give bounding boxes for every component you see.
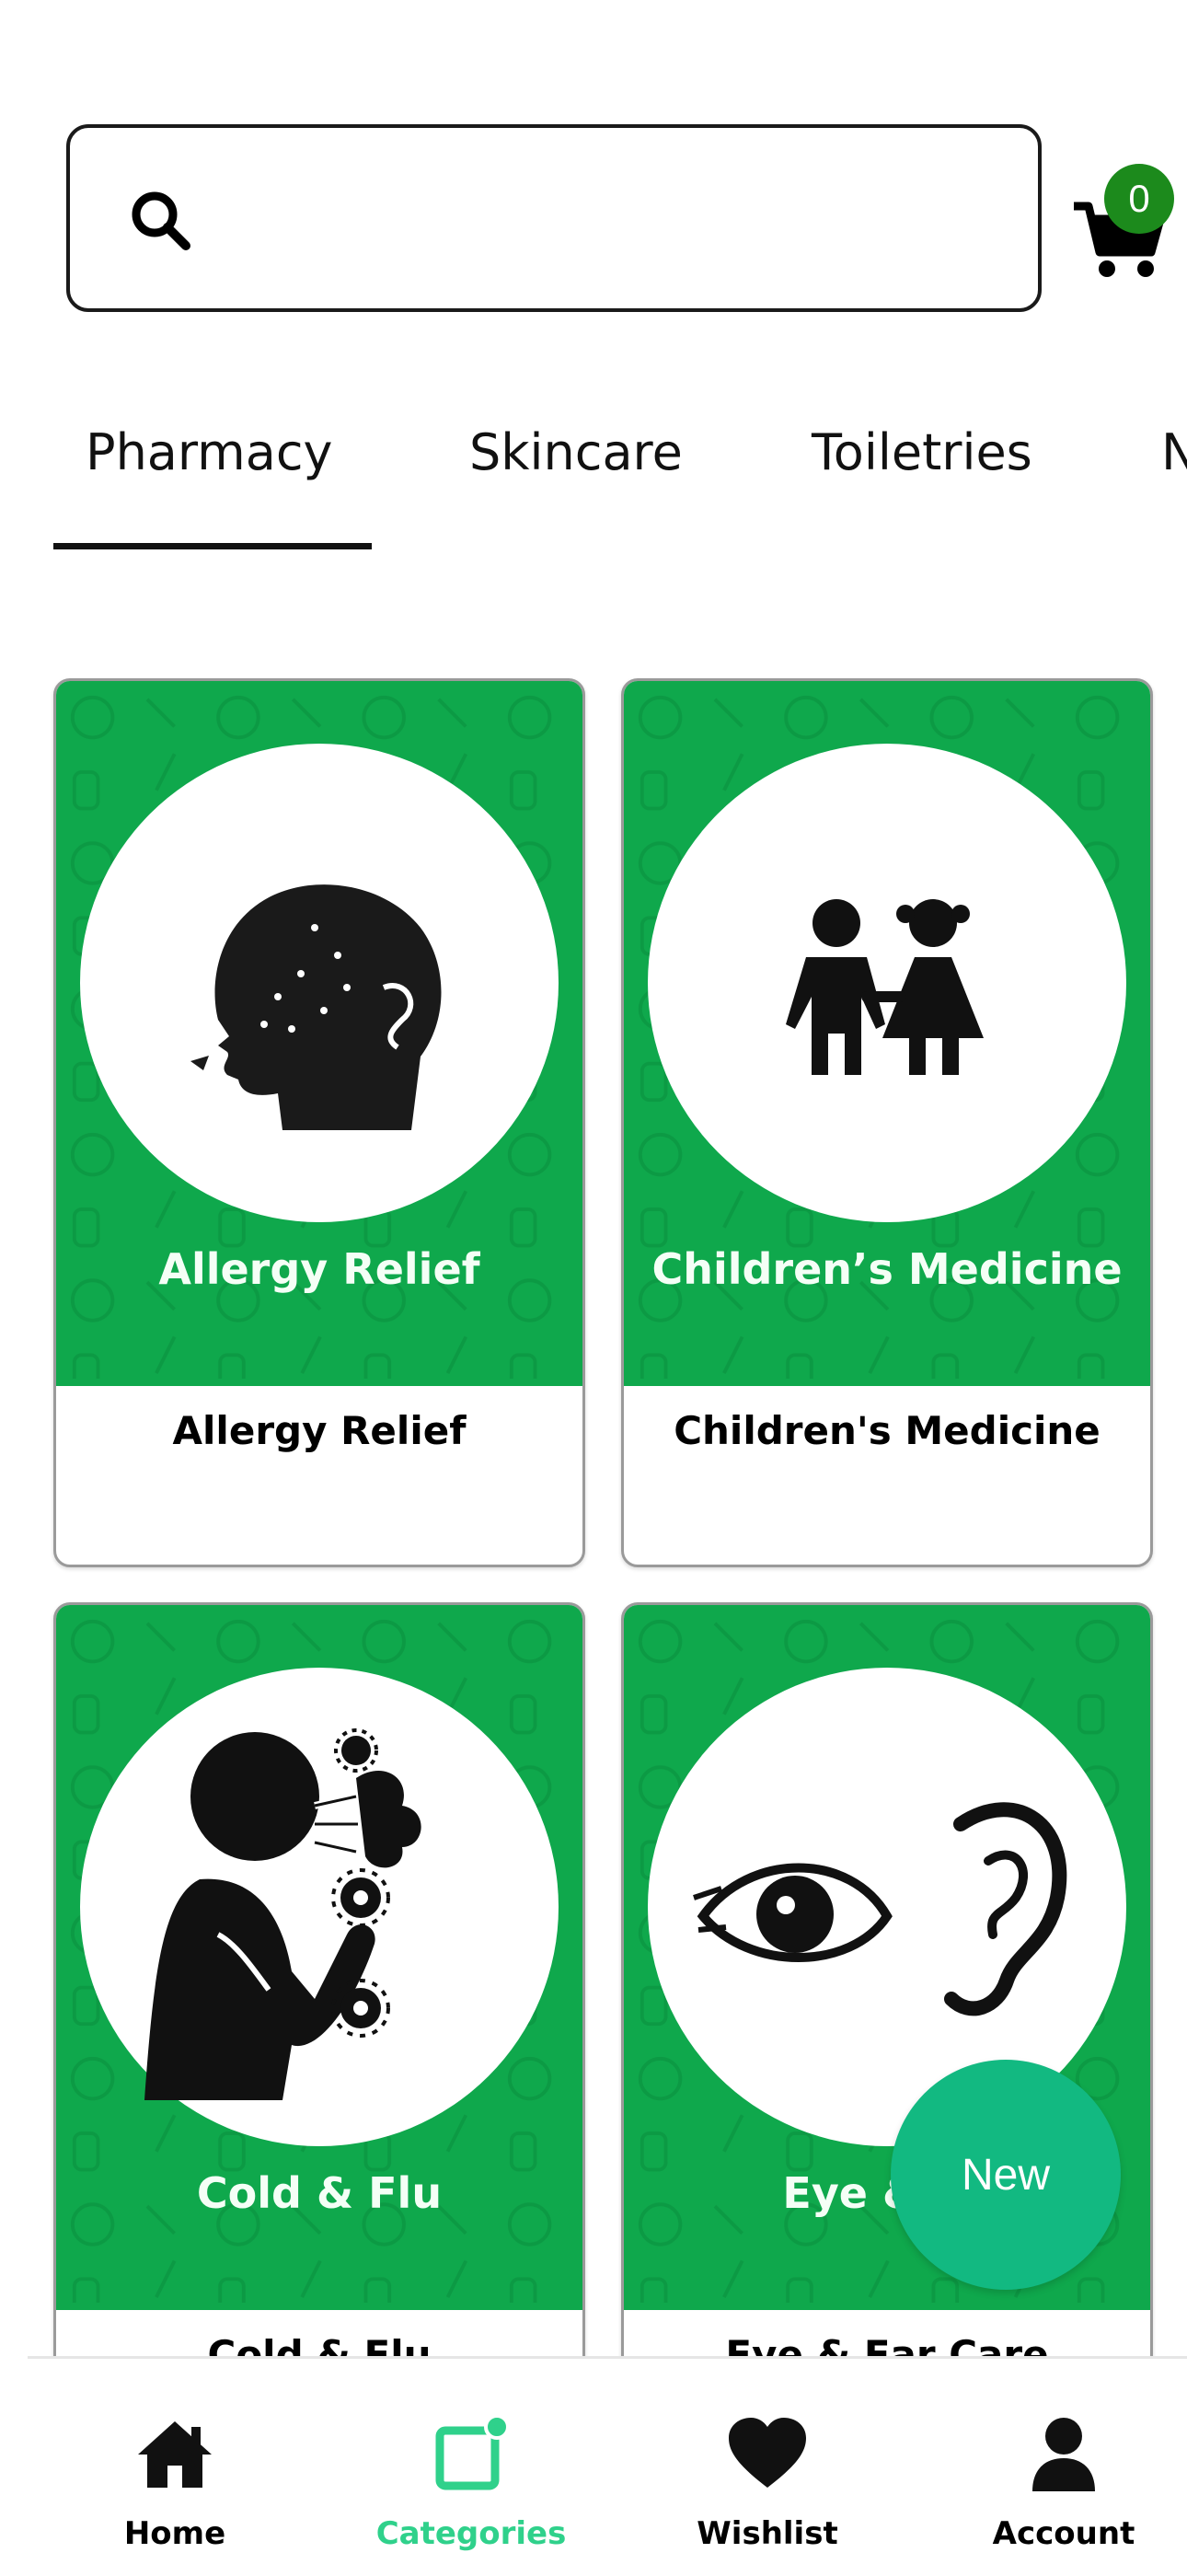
cart-count-badge: 0 [1104, 164, 1174, 234]
new-button[interactable]: New [891, 2060, 1121, 2290]
bottom-navigation: Home Categories Wishlist Account [28, 2356, 1187, 2576]
children-icon [786, 899, 984, 1075]
banner-title: Children’s Medicine [651, 1244, 1123, 1294]
home-icon [138, 2421, 212, 2488]
tab-pharmacy[interactable]: Pharmacy [86, 423, 332, 481]
tab-toiletries[interactable]: Toiletries [812, 423, 1032, 481]
nav-wishlist[interactable]: Wishlist [620, 2359, 915, 2576]
category-card-cold-flu[interactable]: Cold & Flu Cold & Flu [53, 1602, 585, 2431]
category-name: Children's Medicine [674, 1408, 1101, 1453]
category-banner: Children’s Medicine [624, 681, 1150, 1386]
search-bar[interactable] [66, 124, 1042, 312]
heart-icon [729, 2418, 806, 2488]
categories-icon [435, 2414, 510, 2490]
user-icon [1032, 2418, 1095, 2491]
nav-label: Account [992, 2515, 1135, 2552]
banner-title: Cold & Flu [196, 2168, 443, 2218]
tab-skincare[interactable]: Skincare [469, 423, 683, 481]
nav-label: Wishlist [697, 2515, 838, 2552]
nav-account[interactable]: Account [916, 2359, 1187, 2576]
search-input[interactable] [226, 165, 1021, 277]
category-name: Allergy Relief [172, 1408, 467, 1453]
nav-categories[interactable]: Categories [324, 2359, 618, 2576]
category-card-childrens-medicine[interactable]: Children’s Medicine Children's Medicine [621, 678, 1153, 1567]
tab-next[interactable]: N [1161, 423, 1187, 481]
category-banner: Allergy Relief [56, 681, 582, 1386]
nav-home[interactable]: Home [28, 2359, 322, 2576]
category-card-allergy-relief[interactable]: Allergy Relief Allergy Relief [53, 678, 585, 1567]
category-card-eye-ear-care[interactable]: Eye & Ea Eye & Ear Care [621, 1602, 1153, 2431]
nav-label: Categories [375, 2515, 567, 2552]
category-tabs: Pharmacy Skincare Toiletries N [0, 405, 1187, 561]
active-tab-indicator [53, 543, 372, 549]
sneezing-head-icon [190, 884, 442, 1130]
search-icon [132, 191, 190, 250]
nav-label: Home [123, 2515, 226, 2552]
category-banner: Cold & Flu [56, 1605, 582, 2310]
banner-title: Allergy Relief [158, 1244, 480, 1294]
coughing-person-icon [144, 1728, 421, 2100]
